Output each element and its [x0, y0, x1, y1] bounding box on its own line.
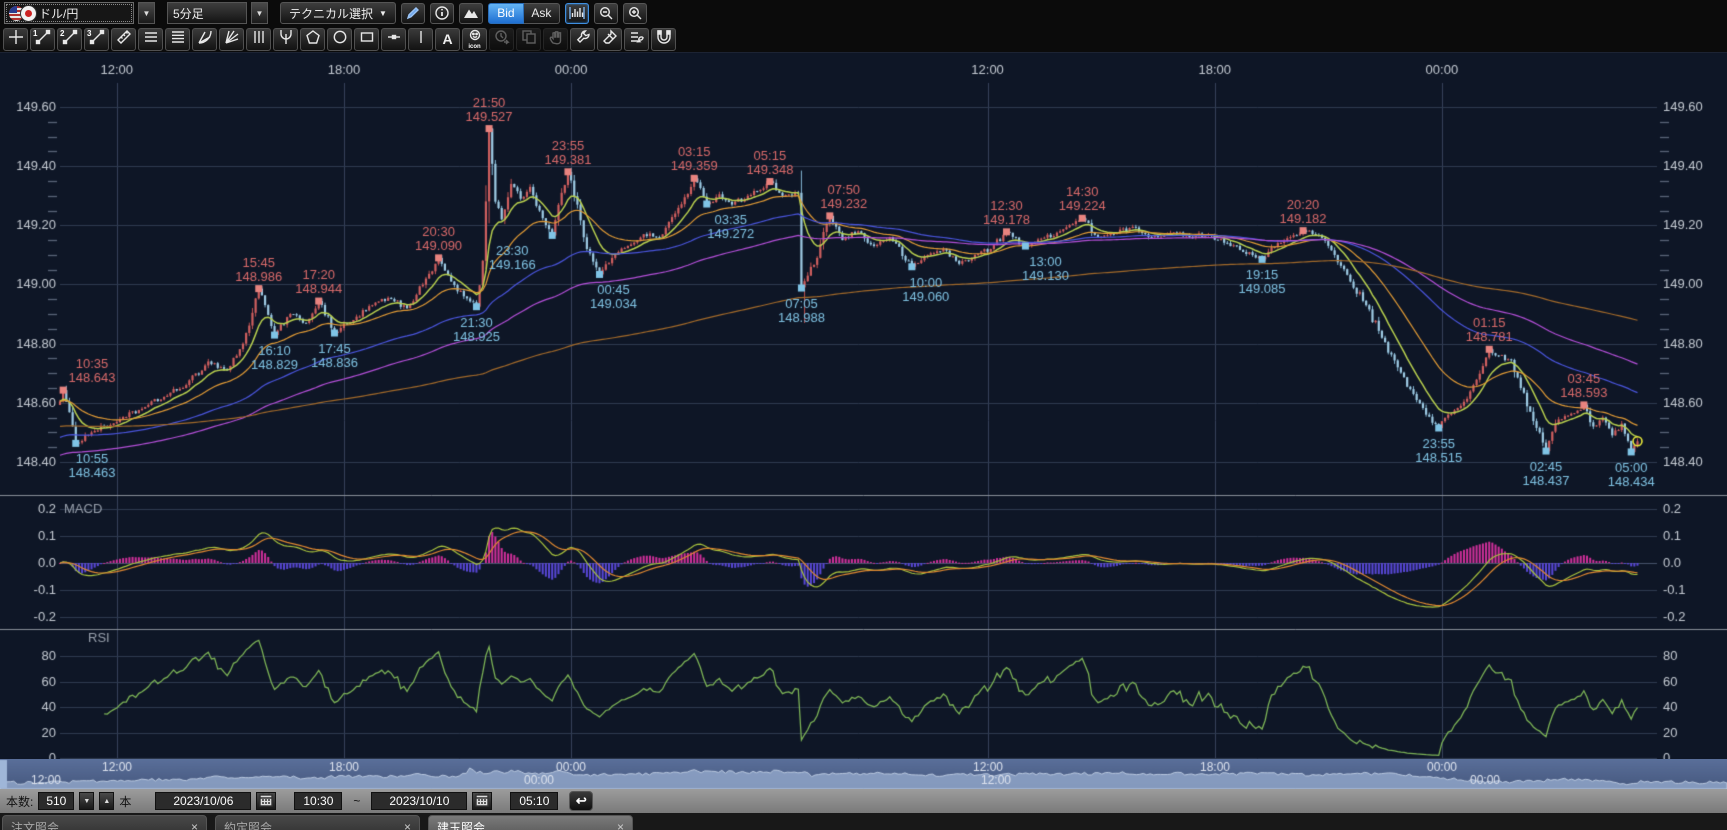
timeframe-selector[interactable]: 5分足	[167, 2, 247, 24]
parallel-lines-3-icon	[143, 29, 159, 50]
range-separator: ~	[353, 794, 360, 808]
eraser-icon	[602, 29, 618, 50]
ellipse-icon	[332, 29, 348, 50]
rectangle-icon	[359, 29, 375, 50]
tool-gann-rays-button[interactable]	[219, 28, 244, 51]
tool-ruler-button[interactable]	[111, 28, 136, 51]
history-icon	[494, 29, 510, 50]
date-to-input[interactable]: 2023/10/10	[371, 792, 467, 810]
bottom-tab-0[interactable]: 注文照会×	[2, 815, 207, 830]
vertical-lines-icon	[251, 29, 267, 50]
tool-text-button[interactable]: A	[435, 28, 460, 51]
crosshair-icon	[8, 29, 24, 50]
date-from-input[interactable]: 2023/10/06	[155, 792, 251, 810]
currency-pair-label: ドル/円	[39, 5, 78, 22]
bottom-tab-2[interactable]: 建玉照会×	[428, 815, 633, 830]
pitchfork-icon	[278, 29, 294, 50]
tool-magnet-button[interactable]	[651, 28, 676, 51]
bar-count-down-button[interactable]: ▼	[79, 792, 94, 810]
bid-button[interactable]: Bid	[488, 3, 524, 24]
indicator-window-button[interactable]	[565, 3, 589, 24]
bar-count-unit: 本	[119, 793, 131, 810]
tool-history-button[interactable]	[489, 28, 514, 51]
tool-trendline-1-button[interactable]: 1	[30, 28, 55, 51]
horizontal-line-icon	[386, 29, 402, 50]
time-to-input[interactable]: 05:10	[510, 792, 558, 810]
tool-ellipse-button[interactable]	[327, 28, 352, 51]
date-to-calendar-button[interactable]	[472, 792, 492, 810]
info-icon	[434, 5, 450, 21]
tool-vertical-lines-button[interactable]	[246, 28, 271, 51]
bar-count-input[interactable]: 510	[38, 792, 74, 810]
reload-range-button[interactable]: ↩	[569, 791, 593, 811]
timeframe-label: 5分足	[173, 5, 241, 22]
chart-area	[0, 53, 1727, 789]
text-tool-glyph: A	[442, 31, 452, 47]
bar-count-label: 本数:	[6, 793, 33, 810]
tool-parallel-lines-3-button[interactable]	[138, 28, 163, 51]
tool-pitchfork-button[interactable]	[273, 28, 298, 51]
date-from-calendar-button[interactable]	[256, 792, 276, 810]
vertical-line-icon	[413, 29, 429, 50]
tool-parallel-lines-4-button[interactable]	[165, 28, 190, 51]
pan-icon	[548, 29, 564, 50]
price-chart-canvas[interactable]	[0, 53, 1727, 759]
time-from-input[interactable]: 10:30	[294, 792, 342, 810]
tab-close-icon[interactable]: ×	[617, 820, 624, 830]
timeframe-dropdown-button[interactable]: ▼	[251, 2, 268, 24]
tool-wrench-button[interactable]	[570, 28, 595, 51]
tool-eraser-button[interactable]	[597, 28, 622, 51]
magnet-icon	[656, 29, 672, 50]
calendar-icon	[474, 792, 490, 811]
chart-style-button[interactable]	[459, 3, 483, 24]
tool-rectangle-button[interactable]	[354, 28, 379, 51]
tool-pentagon-button[interactable]	[300, 28, 325, 51]
currency-pair-dropdown-button[interactable]: ▼	[138, 2, 155, 24]
ask-button[interactable]: Ask	[524, 3, 560, 24]
tab-close-icon[interactable]: ×	[404, 820, 411, 830]
tool-pan-button[interactable]	[543, 28, 568, 51]
pencil-icon	[405, 5, 421, 21]
pentagon-icon	[305, 29, 321, 50]
info-button[interactable]	[430, 3, 454, 24]
draw-mode-button[interactable]	[401, 3, 425, 24]
ruler-icon	[116, 29, 132, 50]
settings-icon	[629, 29, 645, 50]
drawing-toolbar: 123 Aicon	[0, 26, 1727, 53]
zoom-out-icon	[598, 5, 614, 21]
range-control-bar: 本数: 510 ▼ ▲ 本 2023/10/06 10:30 ~ 2023/10…	[0, 789, 1727, 813]
bottom-tab-strip: 注文照会× 約定照会× 建玉照会×	[0, 813, 1727, 830]
fibonacci-fan-icon	[197, 29, 213, 50]
tool-trendline-2-button[interactable]: 2	[57, 28, 82, 51]
tool-emoticon-button[interactable]: icon	[462, 28, 487, 51]
tool-settings-button[interactable]	[624, 28, 649, 51]
zoom-in-button[interactable]	[623, 3, 647, 24]
calendar-icon	[258, 792, 274, 811]
parallel-lines-4-icon	[170, 29, 186, 50]
bar-count-up-button[interactable]: ▲	[99, 792, 114, 810]
tool-copy-button[interactable]	[516, 28, 541, 51]
tab-close-icon[interactable]: ×	[191, 820, 198, 830]
waveform-icon	[569, 5, 585, 21]
mountain-icon	[463, 5, 479, 21]
copy-icon	[521, 29, 537, 50]
zoom-out-button[interactable]	[594, 3, 618, 24]
zoom-in-icon	[627, 5, 643, 21]
technical-select-button[interactable]: テクニカル選択 ▼	[280, 2, 396, 24]
tool-vertical-line-button[interactable]	[408, 28, 433, 51]
fx-chart-app: ドル/円 ▼ 5分足 ▼ テクニカル選択 ▼ Bid Ask 123Aicon …	[0, 0, 1727, 830]
bottom-tab-1[interactable]: 約定照会×	[215, 815, 420, 830]
japan-flag-icon	[21, 6, 36, 21]
tool-fibonacci-fan-button[interactable]	[192, 28, 217, 51]
main-toolbar: ドル/円 ▼ 5分足 ▼ テクニカル選択 ▼ Bid Ask	[0, 0, 1727, 26]
tool-trendline-3-button[interactable]: 3	[84, 28, 109, 51]
technical-select-label: テクニカル選択	[289, 5, 373, 22]
wrench-icon	[575, 29, 591, 50]
chevron-down-icon: ▼	[379, 9, 387, 18]
tool-horizontal-line-button[interactable]	[381, 28, 406, 51]
currency-pair-selector[interactable]: ドル/円	[4, 2, 134, 24]
tool-crosshair-button[interactable]	[3, 28, 28, 51]
navigator-strip[interactable]	[0, 759, 1727, 789]
gann-rays-icon	[224, 29, 240, 50]
